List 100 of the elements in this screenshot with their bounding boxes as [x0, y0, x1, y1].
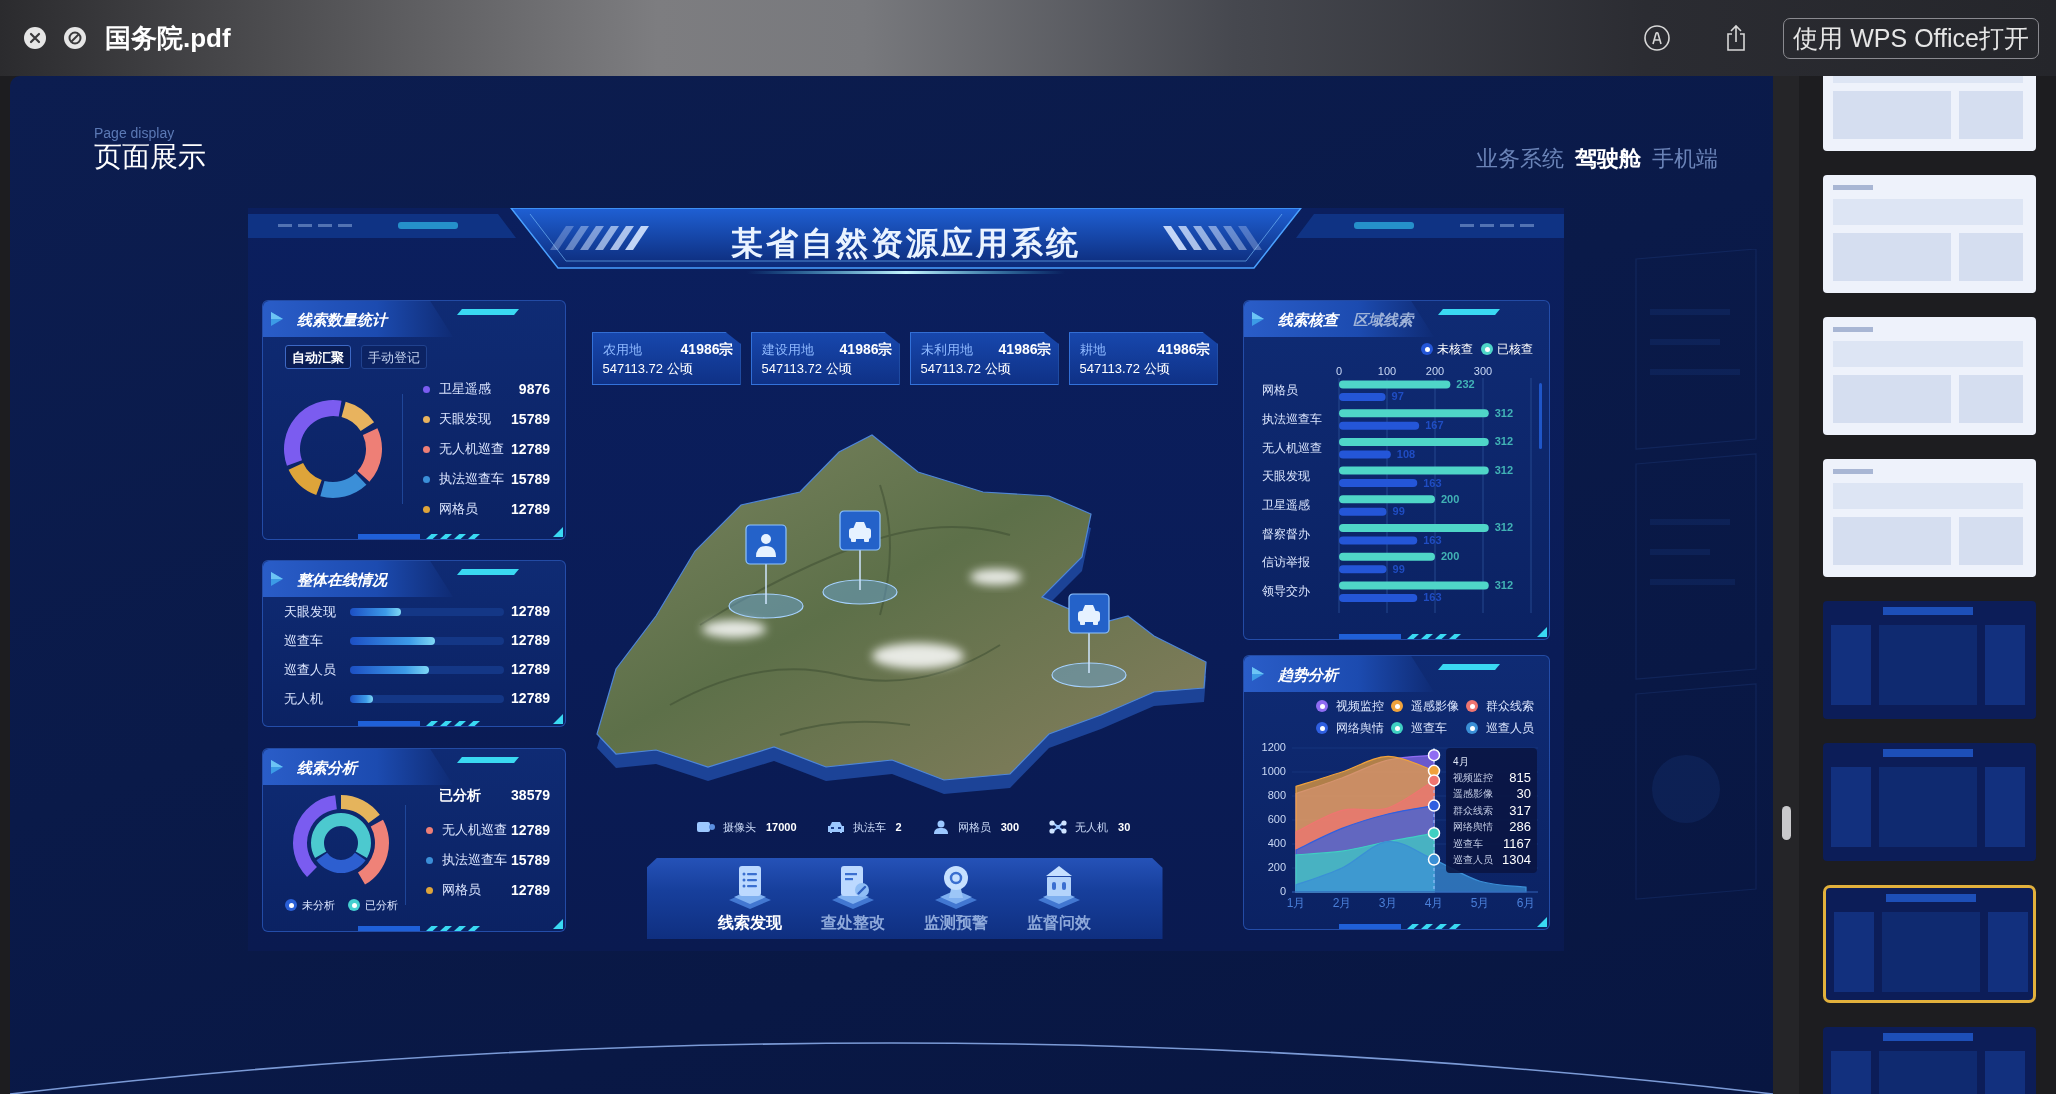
panel-title: 线索数量统计 [297, 311, 387, 327]
category-label: 信访举报 [1262, 555, 1310, 570]
axis-tick-label: 6月 [1516, 896, 1536, 911]
legend-label: 卫星遥感 [439, 380, 491, 399]
legend-label: 执法巡查车 [442, 851, 507, 870]
axis-tick-label: 4月 [1424, 896, 1444, 911]
legend-value: 15789 [511, 409, 550, 429]
value-label: 232 [1456, 377, 1475, 390]
category-label: 领导交办 [1262, 584, 1310, 599]
card-area: 547113.72 公顷 [1079, 360, 1211, 378]
summary-value: 38579 [511, 785, 550, 805]
summary-label: 已分析 [439, 785, 481, 805]
category-label: 执法巡查车 [1262, 411, 1322, 426]
value-label: 312 [1494, 464, 1514, 476]
stat-label: 执法车 [852, 819, 886, 835]
value-label: 99 [1392, 505, 1405, 518]
card-count: 41986宗 [1157, 342, 1211, 356]
value-label: 167 [1425, 419, 1444, 432]
axis-tick-label: 5月 [1470, 896, 1490, 911]
tooltip-value: 815 [1509, 770, 1531, 784]
tooltip-value: 1304 [1502, 853, 1531, 867]
card-area: 547113.72 公顷 [920, 360, 1052, 378]
row-label: 巡查人员 [284, 660, 337, 679]
legend-label: 执法巡查车 [439, 470, 504, 489]
legend-label: 无人机巡查 [442, 821, 507, 840]
value-label: 163 [1423, 476, 1442, 489]
tooltip-label: 巡查车 [1453, 836, 1483, 851]
stat-label: 网格员 [957, 819, 991, 835]
panel-title: 整体在线情况 [297, 571, 387, 587]
row-value: 12789 [511, 660, 550, 679]
card-count: 41986宗 [839, 342, 893, 356]
category-label: 无人机巡查 [1262, 440, 1322, 455]
legend-label: 无人机巡查 [439, 440, 504, 459]
axis-tick-label: 100 [1377, 364, 1397, 377]
legend-label: 网格员 [442, 881, 481, 900]
value-label: 312 [1494, 521, 1514, 534]
dashboard-title: 某省自然资源应用系统 [731, 224, 1081, 263]
stat-value: 30 [1118, 819, 1131, 835]
row-label: 天眼发现 [284, 602, 337, 621]
card-label: 未利用地 [920, 342, 973, 356]
axis-tick-label: 0 [1279, 884, 1286, 897]
axis-tick-label: 1月 [1286, 896, 1306, 911]
legend-value: 12789 [511, 880, 550, 900]
legend-label: 已分析 [365, 897, 398, 913]
axis-tick-label: 800 [1267, 788, 1286, 801]
value-label: 163 [1423, 591, 1442, 604]
value-label: 97 [1391, 390, 1404, 403]
value-label: 200 [1441, 492, 1460, 505]
value-label: 312 [1494, 406, 1514, 419]
row-label: 巡查车 [284, 631, 324, 650]
stat-label: 摄像头 [723, 819, 756, 835]
category-label: 卫星遥感 [1262, 497, 1310, 512]
card-count: 41986宗 [998, 342, 1052, 356]
legend-label: 群众线索 [1486, 698, 1534, 715]
card-count: 41986宗 [680, 342, 734, 356]
card-area: 547113.72 公顷 [761, 360, 893, 378]
axis-tick-label: 400 [1267, 836, 1286, 849]
legend-value: 12789 [511, 439, 550, 459]
legend-value: 9876 [518, 379, 550, 399]
card-label: 耕地 [1079, 342, 1106, 356]
tooltip-value: 317 [1509, 803, 1531, 817]
stat-value: 17000 [766, 819, 797, 835]
panel-title: 线索分析 [297, 759, 357, 775]
axis-tick-label: 600 [1267, 812, 1286, 825]
axis-tick-label: 3月 [1378, 896, 1398, 911]
row-label: 无人机 [284, 689, 324, 708]
value-label: 312 [1494, 435, 1514, 448]
panel-title: 趋势分析 [1278, 666, 1338, 682]
legend-label: 天眼发现 [439, 410, 491, 429]
tooltip-title: 4月 [1453, 755, 1470, 769]
tooltip-value: 30 [1516, 787, 1531, 801]
tooltip-label: 群众线索 [1453, 803, 1493, 818]
legend-label: 遥感影像 [1411, 698, 1459, 715]
stat-label: 无人机 [1075, 819, 1109, 835]
axis-tick-label: 0 [1335, 364, 1343, 377]
value-label: 312 [1494, 578, 1514, 591]
legend-label: 视频监控 [1336, 698, 1384, 715]
legend-label: 未分析 [302, 897, 335, 913]
tooltip-label: 巡查人员 [1453, 853, 1493, 868]
category-label: 网格员 [1262, 383, 1298, 398]
legend-label: 已核查 [1497, 341, 1533, 358]
legend-label: 巡查车 [1411, 720, 1447, 737]
row-value: 12789 [511, 602, 550, 621]
category-label: 督察督办 [1262, 526, 1310, 541]
page-heading: 页面展示 [94, 141, 206, 173]
legend-value: 12789 [511, 499, 550, 519]
value-label: 163 [1423, 533, 1442, 546]
axis-tick-label: 200 [1267, 860, 1286, 873]
tooltip-value: 1167 [1503, 836, 1531, 850]
stat-value: 300 [1000, 819, 1020, 835]
legend-label: 网络舆情 [1336, 720, 1384, 737]
tooltip-label: 网络舆情 [1453, 820, 1493, 835]
value-label: 108 [1396, 447, 1416, 460]
card-area: 547113.72 公顷 [602, 360, 734, 378]
tooltip-label: 遥感影像 [1453, 787, 1493, 802]
value-label: 200 [1441, 550, 1460, 563]
row-value: 12789 [511, 631, 550, 650]
axis-tick-label: 1000 [1261, 764, 1286, 777]
axis-tick-label: 300 [1473, 364, 1493, 377]
tooltip-value: 286 [1509, 820, 1531, 834]
